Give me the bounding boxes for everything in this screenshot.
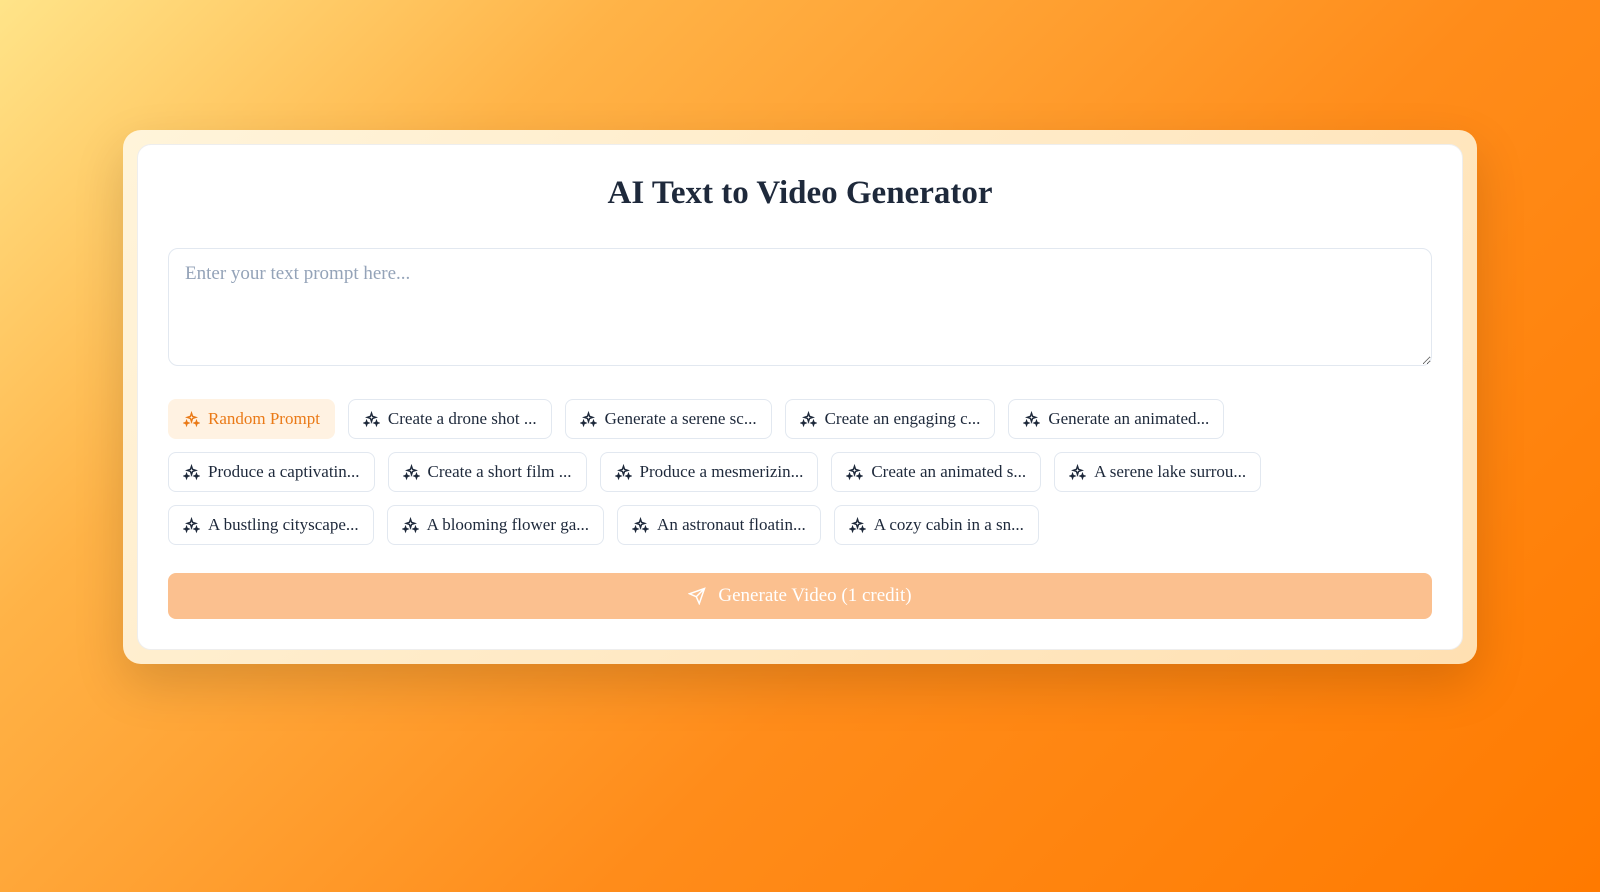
sparkles-icon [800, 411, 817, 428]
sparkles-icon [403, 464, 420, 481]
sparkles-icon [615, 464, 632, 481]
chip-label: A serene lake surrou... [1094, 462, 1246, 482]
prompt-chip[interactable]: Generate an animated... [1008, 399, 1224, 439]
prompt-chip[interactable]: Create a short film ... [388, 452, 587, 492]
sparkles-icon [580, 411, 597, 428]
sparkles-icon [183, 517, 200, 534]
chip-label: Create an animated s... [871, 462, 1026, 482]
random-prompt-chip[interactable]: Random Prompt [168, 399, 335, 439]
chip-label: Create an engaging c... [825, 409, 981, 429]
prompt-chip[interactable]: Create an engaging c... [785, 399, 996, 439]
prompt-chip[interactable]: Produce a mesmerizin... [600, 452, 819, 492]
sparkles-icon [1069, 464, 1086, 481]
prompt-chip[interactable]: A bustling cityscape... [168, 505, 374, 545]
prompt-chip[interactable]: A serene lake surrou... [1054, 452, 1261, 492]
sparkles-icon [846, 464, 863, 481]
prompt-chip[interactable]: An astronaut floatin... [617, 505, 821, 545]
sparkles-icon [849, 517, 866, 534]
prompt-chip[interactable]: Create a drone shot ... [348, 399, 552, 439]
page-title: AI Text to Video Generator [168, 175, 1432, 212]
chip-label: Produce a mesmerizin... [640, 462, 804, 482]
generator-card: AI Text to Video Generator Random Prompt… [137, 144, 1463, 650]
chip-label: An astronaut floatin... [657, 515, 806, 535]
send-icon [688, 587, 706, 605]
chip-label: A blooming flower ga... [427, 515, 589, 535]
chip-label: Create a drone shot ... [388, 409, 537, 429]
sparkles-icon [183, 411, 200, 428]
chip-label: A bustling cityscape... [208, 515, 359, 535]
chip-label: Generate a serene sc... [605, 409, 757, 429]
sparkles-icon [183, 464, 200, 481]
chip-label: Generate an animated... [1048, 409, 1209, 429]
prompt-chip[interactable]: Generate a serene sc... [565, 399, 772, 439]
chip-label: Produce a captivatin... [208, 462, 360, 482]
sparkles-icon [632, 517, 649, 534]
prompt-chip[interactable]: Create an animated s... [831, 452, 1041, 492]
outer-card: AI Text to Video Generator Random Prompt… [123, 130, 1477, 664]
prompt-chip[interactable]: A blooming flower ga... [387, 505, 604, 545]
sparkles-icon [363, 411, 380, 428]
chip-label: Create a short film ... [428, 462, 572, 482]
generate-video-button[interactable]: Generate Video (1 credit) [168, 573, 1432, 619]
prompt-chip[interactable]: Produce a captivatin... [168, 452, 375, 492]
sparkles-icon [1023, 411, 1040, 428]
prompt-chips-row: Random Prompt Create a drone shot ... Ge… [168, 399, 1432, 545]
generate-label: Generate Video (1 credit) [718, 585, 911, 607]
chip-label: Random Prompt [208, 409, 320, 429]
prompt-input[interactable] [168, 248, 1432, 366]
chip-label: A cozy cabin in a sn... [874, 515, 1024, 535]
prompt-chip[interactable]: A cozy cabin in a sn... [834, 505, 1039, 545]
sparkles-icon [402, 517, 419, 534]
